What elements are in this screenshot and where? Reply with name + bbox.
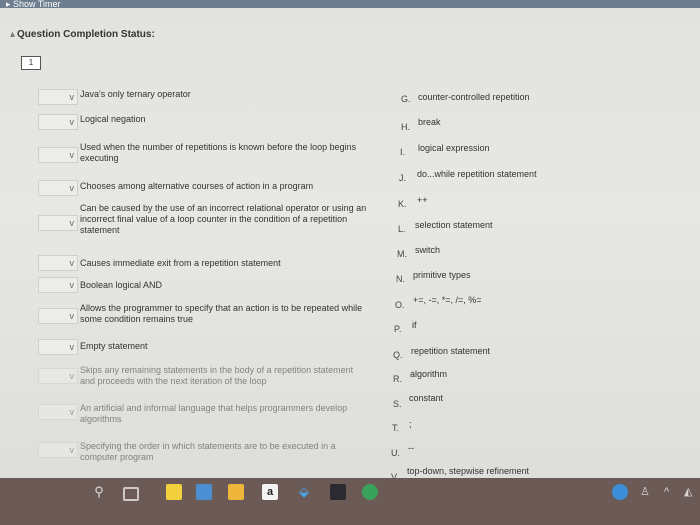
answer-select-6[interactable]: v — [38, 255, 78, 271]
prompt-9: Empty statement — [80, 341, 148, 351]
answer-select-2[interactable]: v — [38, 114, 78, 130]
question-number-badge[interactable]: 1 — [21, 56, 41, 70]
media-app-icon[interactable] — [330, 484, 346, 500]
answer-letter: S. — [393, 399, 402, 409]
answer-letter: U. — [391, 448, 400, 458]
prompt-7: Boolean logical AND — [80, 280, 163, 290]
answer-text: do...while repetition statement — [417, 169, 537, 179]
answer-letter: Q. — [393, 350, 403, 360]
dropbox-icon[interactable]: ⬙ — [296, 484, 312, 500]
show-timer-bar[interactable]: ▸ Show Timer — [0, 0, 700, 9]
answer-select-4[interactable]: v — [38, 180, 78, 196]
answer-select-5[interactable]: v — [38, 215, 78, 231]
chevron-down-icon: v — [69, 183, 75, 193]
chevron-down-icon: v — [69, 150, 75, 160]
answer-letter: T. — [392, 423, 400, 433]
people-icon[interactable]: ♙ — [640, 484, 656, 500]
chevron-down-icon: v — [69, 218, 75, 228]
prompt-11: An artificial and informal language that… — [80, 403, 348, 424]
answer-letter: N. — [396, 274, 405, 284]
word-icon[interactable] — [196, 484, 212, 500]
answer-text: selection statement — [415, 220, 493, 230]
chrome-icon[interactable] — [362, 484, 378, 500]
answer-select-12[interactable]: v — [38, 442, 78, 458]
answer-letter: H. — [401, 122, 410, 132]
chevron-down-icon: v — [69, 371, 75, 381]
answer-text: if — [412, 320, 417, 330]
prompt-8: Allows the programmer to specify that an… — [80, 303, 363, 324]
answer-letter: K. — [398, 199, 407, 209]
answer-text: +=, -=, *=, /=, %= — [413, 295, 482, 305]
collapse-icon[interactable]: ▴ — [10, 29, 15, 40]
answer-letter: J. — [399, 173, 407, 183]
answer-select-1[interactable]: v — [38, 89, 78, 105]
prompt-2: Logical negation — [80, 114, 146, 124]
answer-select-7[interactable]: v — [38, 277, 78, 293]
chevron-down-icon: v — [69, 280, 75, 290]
answer-text: top-down, stepwise refinement — [407, 466, 530, 476]
answer-letter: I. — [400, 147, 406, 157]
answer-select-8[interactable]: v — [38, 308, 78, 324]
chevron-down-icon: v — [69, 342, 75, 352]
answer-letter: R. — [393, 374, 402, 384]
chevron-down-icon: v — [69, 445, 75, 455]
answer-text: logical expression — [418, 143, 490, 153]
answer-text: ; — [409, 419, 412, 429]
answer-text: repetition statement — [411, 346, 491, 356]
show-timer-label[interactable]: Show Timer — [13, 0, 61, 9]
answer-select-9[interactable]: v — [38, 339, 78, 355]
prompt-5: Can be caused by the use of an incorrect… — [80, 203, 367, 235]
prompt-12: Specifying the order in which statements… — [80, 441, 336, 462]
answer-letter: P. — [394, 324, 402, 334]
store-icon[interactable] — [228, 484, 244, 500]
task-view-icon[interactable] — [123, 487, 139, 501]
answer-text: break — [418, 117, 441, 127]
answer-letter: L. — [398, 224, 406, 234]
prompt-1: Java's only ternary operator — [80, 89, 191, 99]
answer-select-3[interactable]: v — [38, 147, 78, 163]
prompt-6: Causes immediate exit from a repetition … — [80, 258, 281, 268]
tray-app-icon[interactable] — [612, 484, 628, 500]
chevron-down-icon: v — [69, 311, 75, 321]
mic-icon[interactable]: ⚲ — [91, 484, 107, 500]
amazon-icon[interactable]: a — [262, 484, 278, 500]
answer-letter: M. — [397, 249, 407, 259]
screen: ▸ Show Timer ▴ Question Completion Status… — [0, 0, 700, 525]
section-header: ▴ Question Completion Status: — [10, 29, 155, 40]
answer-text: algorithm — [410, 369, 448, 379]
answer-text: constant — [409, 393, 444, 403]
answer-select-10[interactable]: v — [38, 368, 78, 384]
answer-text: ++ — [417, 195, 428, 205]
answer-text: counter-controlled repetition — [418, 92, 530, 102]
chevron-down-icon: v — [69, 258, 75, 268]
chevron-up-icon[interactable]: ^ — [664, 484, 680, 500]
answer-text: switch — [415, 245, 441, 255]
prompt-4: Chooses among alternative courses of act… — [80, 181, 314, 191]
answer-text: -- — [408, 443, 414, 453]
chevron-down-icon: v — [69, 117, 75, 127]
chevron-down-icon: v — [69, 92, 75, 102]
answer-letter: G. — [401, 94, 411, 104]
section-title: Question Completion Status: — [17, 29, 155, 40]
prompt-3: Used when the number of repetitions is k… — [80, 142, 357, 163]
answer-select-11[interactable]: v — [38, 404, 78, 420]
answer-letter: O. — [395, 300, 405, 310]
prompt-10: Skips any remaining statements in the bo… — [80, 365, 354, 386]
network-icon[interactable]: ◭ — [684, 484, 700, 500]
answer-text: primitive types — [413, 270, 471, 280]
file-explorer-icon[interactable] — [166, 484, 182, 500]
chevron-down-icon: v — [69, 407, 75, 417]
